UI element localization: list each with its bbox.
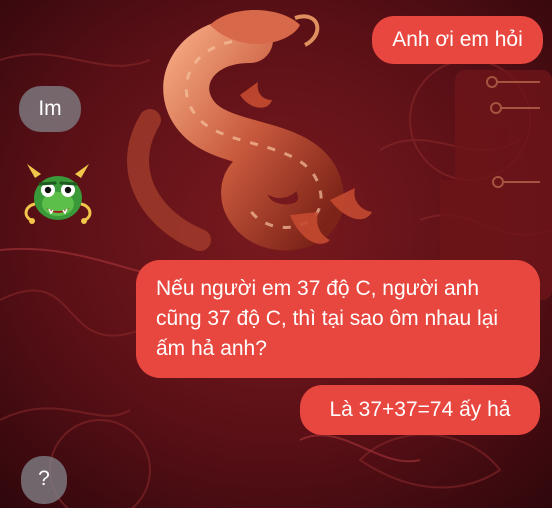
- message-sent-3[interactable]: Là 37+37=74 ấy hả: [300, 385, 540, 435]
- message-sent-1[interactable]: Anh ơi em hỏi: [372, 16, 543, 64]
- message-sent-2[interactable]: Nếu người em 37 độ C, người anh cũng 37 …: [136, 260, 540, 378]
- message-received-1[interactable]: Im: [19, 86, 81, 132]
- dragon-emoji-icon[interactable]: [21, 160, 95, 234]
- message-received-2[interactable]: ?: [21, 456, 67, 504]
